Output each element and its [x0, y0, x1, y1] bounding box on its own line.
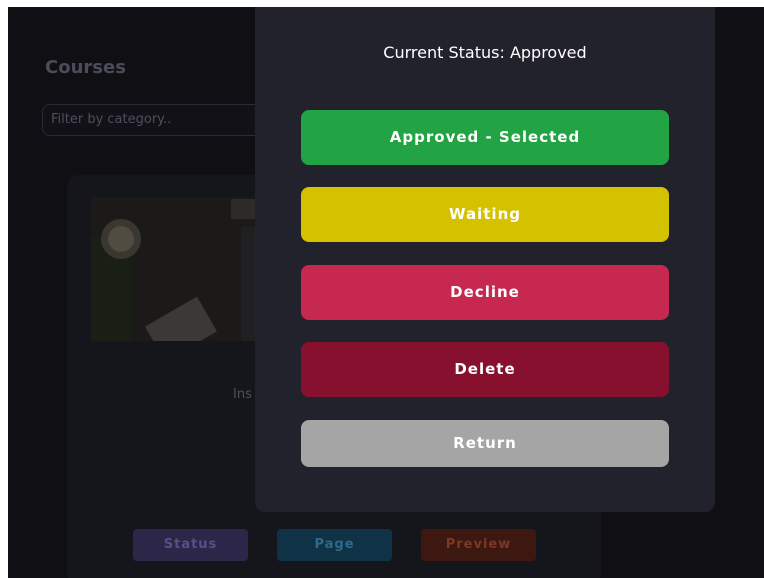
current-status-label: Current Status: Approved [383, 43, 587, 62]
category-filter-input[interactable]: Filter by category.. [42, 104, 272, 136]
preview-button[interactable]: Preview [421, 529, 536, 561]
status-modal: Current Status: Approved Approved - Sele… [255, 7, 715, 512]
app-frame: Courses Filter by category.. Ins Status … [8, 7, 764, 578]
status-button[interactable]: Status [133, 529, 248, 561]
delete-button[interactable]: Delete [301, 342, 669, 397]
course-card-text: Ins [233, 387, 252, 402]
page-button[interactable]: Page [277, 529, 392, 561]
decline-button[interactable]: Decline [301, 265, 669, 320]
page-title: Courses [45, 57, 126, 78]
approved-button[interactable]: Approved - Selected [301, 110, 669, 165]
return-button[interactable]: Return [301, 420, 669, 467]
waiting-button[interactable]: Waiting [301, 187, 669, 242]
